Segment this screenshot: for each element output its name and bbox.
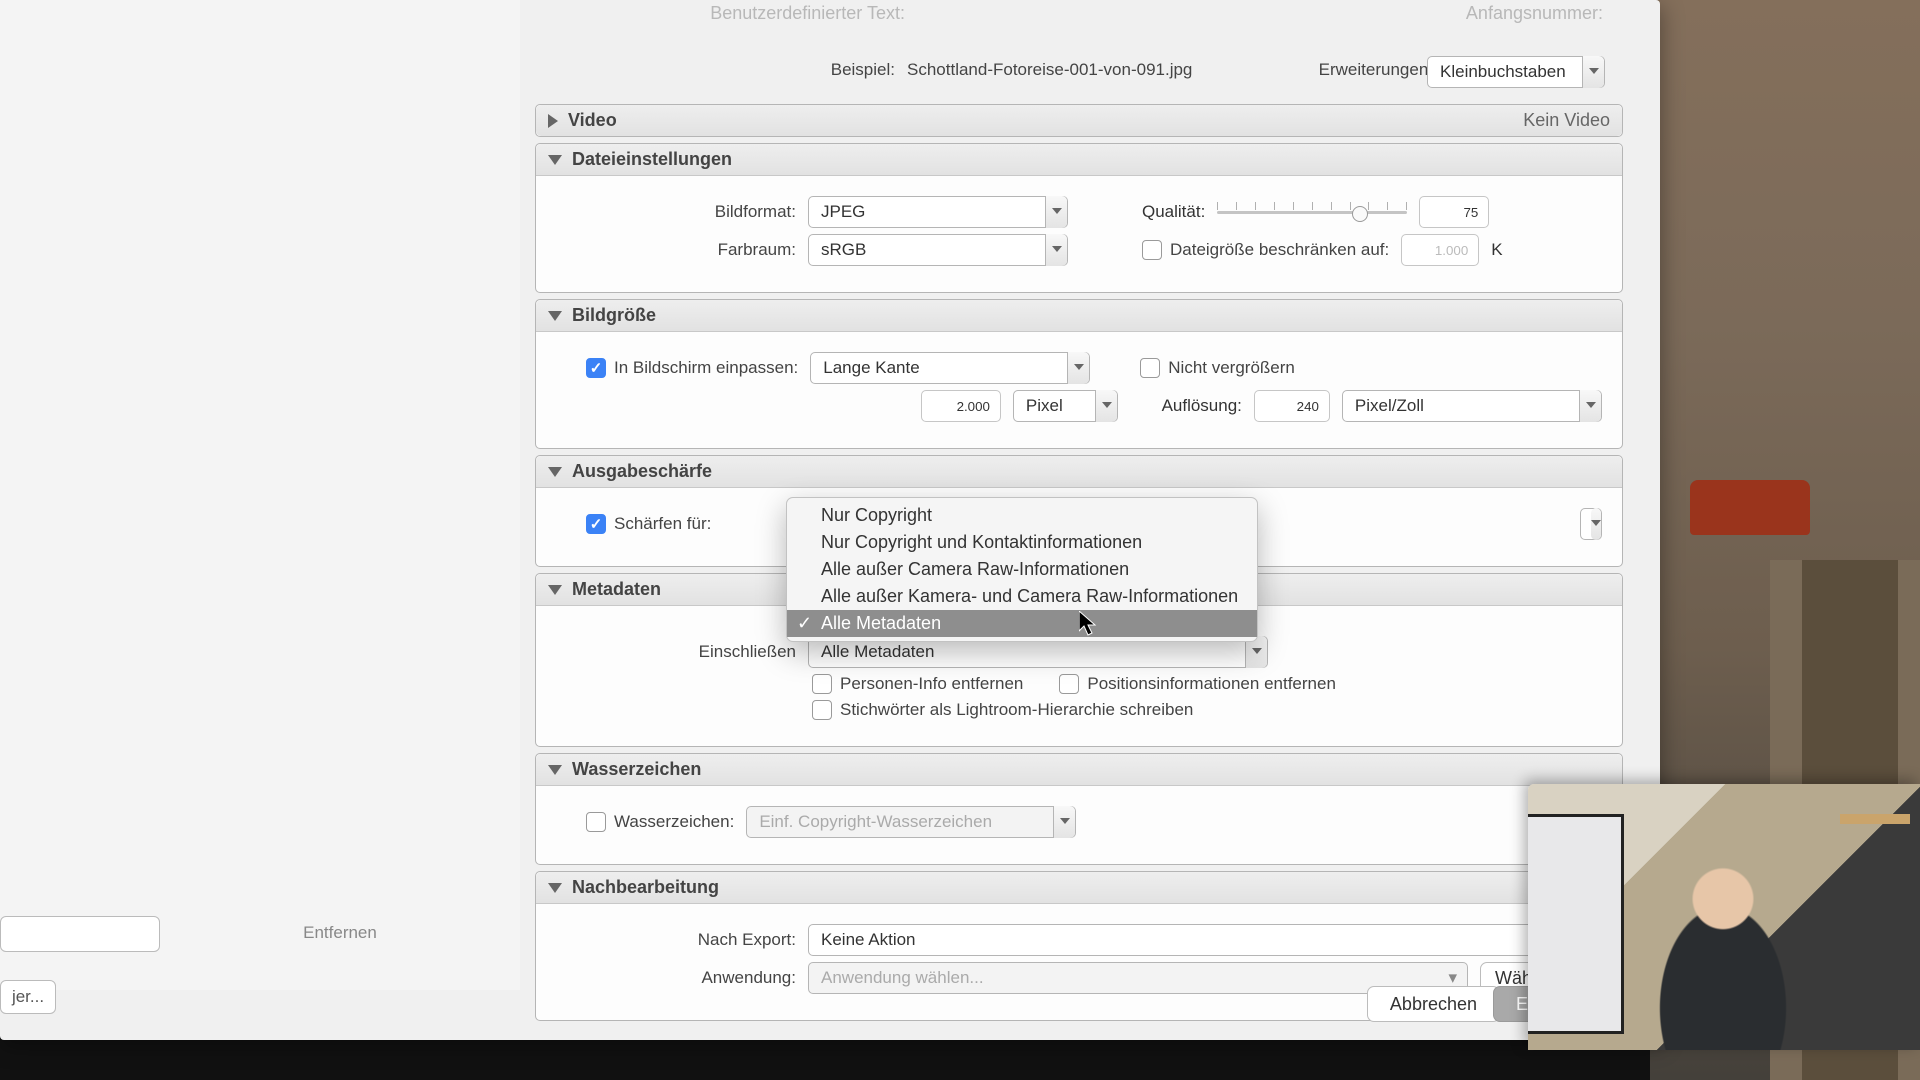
section-size-title: Bildgröße (572, 305, 656, 326)
quality-label: Qualität: (1142, 202, 1205, 222)
section-post-title: Nachbearbeitung (572, 877, 719, 898)
example-value: Schottland-Fotoreise-001-von-091.jpg (907, 60, 1192, 80)
colorspace-label: Farbraum: (556, 240, 796, 260)
section-post-header[interactable]: Nachbearbeitung (536, 872, 1622, 904)
webcam-overlay (1528, 784, 1920, 1050)
format-label: Bildformat: (556, 202, 796, 222)
remove-position-checkbox[interactable]: Positionsinformationen entfernen (1059, 674, 1336, 694)
section-size-header[interactable]: Bildgröße (536, 300, 1622, 332)
preset-add-button[interactable] (0, 916, 160, 952)
include-option[interactable]: Nur Copyright (787, 502, 1257, 529)
dimension-input[interactable] (921, 390, 1001, 422)
chevron-right-icon (548, 114, 558, 128)
sharpen-checkbox[interactable]: Schärfen für: (586, 514, 711, 534)
after-export-select[interactable]: Keine Aktion (808, 924, 1578, 956)
preset-sidebar: Entfernen jer... (0, 0, 520, 990)
include-popup-menu[interactable]: Nur CopyrightNur Copyright und Kontaktin… (786, 497, 1258, 642)
section-video-header[interactable]: Video Kein Video (536, 105, 1622, 136)
limit-unit: K (1491, 240, 1502, 260)
sharpen-amount-select[interactable] (1580, 508, 1602, 540)
fit-select[interactable]: Lange Kante (810, 352, 1090, 384)
resolution-label: Auflösung: (1162, 396, 1242, 416)
section-metadata-title: Metadaten (572, 579, 661, 600)
include-option[interactable]: Alle außer Camera Raw-Informationen (787, 556, 1257, 583)
section-file-header[interactable]: Dateieinstellungen (536, 144, 1622, 176)
include-option[interactable]: Alle außer Kamera- und Camera Raw-Inform… (787, 583, 1257, 610)
dimension-unit-select[interactable]: Pixel (1013, 390, 1119, 422)
limit-size-checkbox[interactable]: Dateigröße beschränken auf: (1142, 240, 1389, 260)
cancel-button[interactable]: Abbrechen (1367, 986, 1500, 1022)
chevron-down-icon (548, 883, 562, 893)
example-label: Beispiel: (665, 60, 895, 80)
chevron-down-icon (548, 311, 562, 321)
include-label: Einschließen (556, 642, 796, 662)
extensions-select[interactable]: Kleinbuchstaben (1427, 56, 1605, 88)
section-sharpen-title: Ausgabeschärfe (572, 461, 712, 482)
preset-remove-button[interactable]: Entfernen (160, 916, 520, 952)
watermark-preset-select[interactable]: Einf. Copyright-Wasserzeichen (746, 806, 1076, 838)
no-enlarge-checkbox[interactable]: Nicht vergrößern (1140, 358, 1295, 378)
export-dialog: Entfernen jer... Benutzerdefinierter Tex… (0, 0, 1660, 1040)
section-sharpen-header[interactable]: Ausgabeschärfe (536, 456, 1622, 488)
fit-checkbox[interactable]: In Bildschirm einpassen: (586, 358, 798, 378)
include-option[interactable]: Nur Copyright und Kontaktinformationen (787, 529, 1257, 556)
chevron-down-icon (548, 765, 562, 775)
resolution-input[interactable] (1254, 390, 1330, 422)
after-export-label: Nach Export: (556, 930, 796, 950)
limit-size-input[interactable] (1401, 234, 1479, 266)
remove-person-checkbox[interactable]: Personen-Info entfernen (812, 674, 1023, 694)
extensions-label: Erweiterungen: (1319, 60, 1433, 80)
section-watermark-header[interactable]: Wasserzeichen (536, 754, 1622, 786)
include-option[interactable]: Alle Metadaten (787, 610, 1257, 637)
section-watermark-title: Wasserzeichen (572, 759, 701, 780)
custom-text-label: Benutzerdefinierter Text: (605, 3, 905, 24)
format-select[interactable]: JPEG (808, 196, 1068, 228)
start-number-label: Anfangsnummer: (1466, 3, 1603, 24)
colorspace-select[interactable]: sRGB (808, 234, 1068, 266)
quality-slider[interactable] (1217, 200, 1407, 224)
keywords-hierarchy-checkbox[interactable]: Stichwörter als Lightroom-Hierarchie sch… (812, 700, 1193, 720)
section-file-title: Dateieinstellungen (572, 149, 732, 170)
chevron-down-icon (548, 467, 562, 477)
section-video-title: Video (568, 110, 617, 131)
resolution-unit-select[interactable]: Pixel/Zoll (1342, 390, 1602, 422)
watermark-checkbox[interactable]: Wasserzeichen: (586, 812, 734, 832)
chevron-down-icon (548, 155, 562, 165)
video-status: Kein Video (1523, 110, 1610, 131)
chevron-down-icon (548, 585, 562, 595)
quality-input[interactable] (1419, 196, 1489, 228)
